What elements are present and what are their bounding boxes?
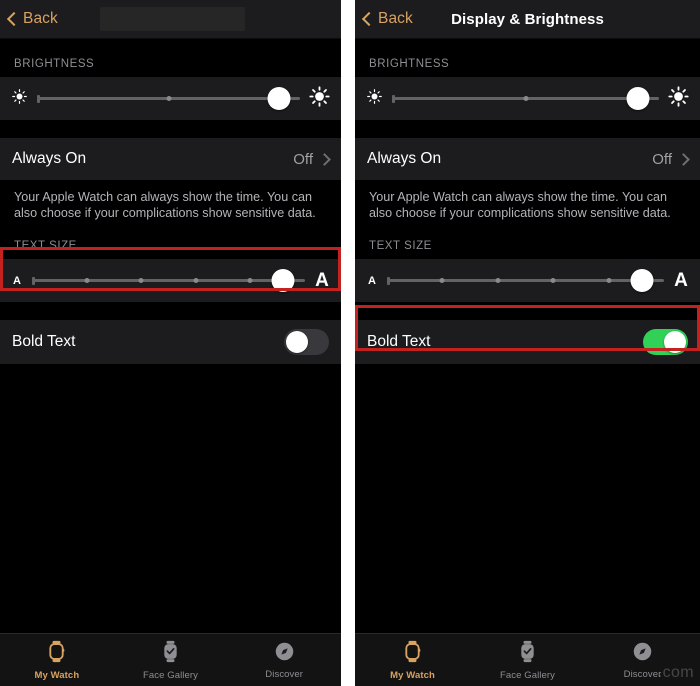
always-on-value: Off [652, 150, 672, 168]
section-gap [0, 120, 341, 138]
slider-tick [495, 278, 501, 283]
bold-text-label: Bold Text [12, 333, 76, 350]
slider-tick [523, 96, 528, 101]
tab-bar: My Watch Face Gallery Discover [355, 633, 700, 686]
tab-face-gallery-label: Face Gallery [142, 669, 199, 681]
slider-tick [193, 278, 199, 283]
slider-left-cap [37, 94, 40, 103]
text-size-slider-thumb[interactable] [271, 269, 295, 292]
chevron-right-icon [677, 152, 690, 166]
text-size-max-label: A [315, 269, 329, 291]
tab-discover-label: Discover [265, 668, 304, 680]
bold-text-row[interactable]: Bold Text [355, 320, 700, 364]
always-on-value: Off [293, 150, 313, 168]
slider-tick [138, 278, 144, 283]
text-size-min-label: A [13, 274, 21, 287]
always-on-row[interactable]: Always On Off [0, 138, 341, 180]
chevron-right-icon [318, 152, 331, 166]
toggle-knob [286, 331, 308, 353]
slider-tick [550, 278, 556, 283]
brightness-slider-thumb[interactable] [267, 87, 291, 110]
always-on-footnote: Your Apple Watch can always show the tim… [0, 180, 341, 221]
watch-face-icon [161, 640, 180, 668]
brightness-slider[interactable] [392, 86, 659, 112]
always-on-label: Always On [12, 150, 87, 167]
navigation-bar: Back [0, 0, 341, 39]
slider-tick [166, 96, 171, 101]
section-gap [355, 302, 700, 320]
text-size-max-label: A [674, 269, 688, 291]
back-button[interactable]: Back [361, 10, 413, 28]
sun-small-icon [11, 88, 28, 110]
phone-screen-right: Back Display & Brightness BRIGHTNESS Alw… [355, 0, 700, 686]
text-size-min-label: A [368, 274, 376, 287]
text-size-section-label: TEXT SIZE [355, 221, 700, 259]
navigation-bar: Back Display & Brightness [355, 0, 700, 39]
bold-text-row[interactable]: Bold Text [0, 320, 341, 364]
tab-face-gallery-label: Face Gallery [499, 669, 556, 681]
always-on-label: Always On [367, 150, 442, 167]
phone-screen-left: Back BRIGHTNESS Always On Off Your Apple… [0, 0, 341, 686]
bold-text-toggle[interactable] [284, 329, 329, 355]
text-size-slider[interactable] [32, 268, 305, 294]
text-size-slider-row: A A [0, 259, 341, 302]
bold-text-toggle[interactable] [643, 329, 688, 355]
brightness-section-label: BRIGHTNESS [355, 39, 700, 77]
tab-face-gallery[interactable]: Face Gallery [470, 640, 585, 681]
sun-large-icon [668, 85, 689, 112]
brightness-slider-row [355, 77, 700, 120]
page-title-redacted [100, 7, 245, 31]
text-size-slider-thumb[interactable] [630, 269, 654, 292]
watch-outline-icon [47, 640, 66, 668]
sun-large-icon [309, 85, 330, 112]
bold-text-label: Bold Text [367, 333, 431, 350]
section-gap [0, 302, 341, 320]
brightness-slider-row [0, 77, 341, 120]
slider-tick [439, 278, 445, 283]
tab-my-watch-label: My Watch [390, 669, 435, 681]
content-spacer [355, 364, 700, 633]
brightness-slider-thumb[interactable] [626, 87, 650, 110]
text-size-slider[interactable] [387, 268, 664, 294]
toggle-knob [664, 331, 686, 353]
slider-tick [84, 278, 90, 283]
brightness-slider[interactable] [37, 86, 300, 112]
section-gap [355, 120, 700, 138]
chevron-left-icon [361, 11, 377, 27]
always-on-row[interactable]: Always On Off [355, 138, 700, 180]
sun-small-icon [366, 88, 383, 110]
back-button-label: Back [378, 10, 413, 27]
tab-bar: My Watch Face Gallery Discover [0, 633, 341, 686]
screenshot-stage: Back BRIGHTNESS Always On Off Your Apple… [0, 0, 700, 686]
back-button[interactable]: Back [6, 10, 58, 28]
compass-icon [632, 641, 653, 667]
tab-discover[interactable]: Discover [227, 641, 341, 680]
back-button-label: Back [23, 10, 58, 27]
tab-my-watch-label: My Watch [34, 669, 80, 681]
content-spacer [0, 364, 341, 633]
slider-left-cap [392, 94, 395, 103]
panel-divider [341, 0, 355, 686]
tab-discover-label: Discover [623, 668, 662, 680]
slider-tick [247, 278, 253, 283]
always-on-value-group: Off [293, 150, 331, 168]
slider-tick [606, 278, 612, 283]
slider-track [32, 279, 305, 282]
tab-my-watch[interactable]: My Watch [355, 640, 470, 681]
tab-face-gallery[interactable]: Face Gallery [114, 640, 228, 681]
chevron-left-icon [6, 11, 22, 27]
watch-face-icon [518, 640, 537, 668]
always-on-value-group: Off [652, 150, 690, 168]
text-size-slider-row: A A [355, 259, 700, 302]
compass-icon [274, 641, 295, 667]
slider-left-cap [387, 276, 390, 285]
tab-my-watch[interactable]: My Watch [0, 640, 114, 681]
always-on-footnote: Your Apple Watch can always show the tim… [355, 180, 700, 221]
slider-track [387, 279, 664, 282]
tab-discover[interactable]: Discover [585, 641, 700, 680]
watch-outline-icon [403, 640, 422, 668]
brightness-section-label: BRIGHTNESS [0, 39, 341, 77]
text-size-section-label: TEXT SIZE [0, 221, 341, 259]
slider-left-cap [32, 276, 35, 285]
